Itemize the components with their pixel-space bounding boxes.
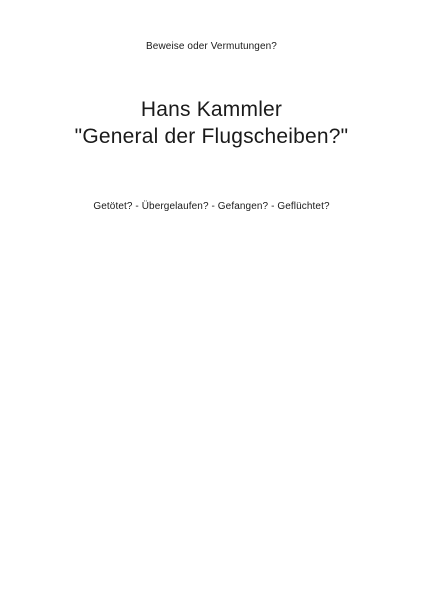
cover-title-block: Hans Kammler "General der Flugscheiben?" (0, 96, 423, 150)
cover-main-title: "General der Flugscheiben?" (74, 125, 349, 148)
book-cover-page: Beweise oder Vermutungen? Hans Kammler "… (0, 0, 423, 600)
cover-author-name: Hans Kammler (140, 98, 283, 121)
cover-supertitle: Beweise oder Vermutungen? (146, 41, 277, 52)
cover-subtitle: Getötet? - Übergelaufen? - Gefangen? - G… (93, 201, 330, 212)
